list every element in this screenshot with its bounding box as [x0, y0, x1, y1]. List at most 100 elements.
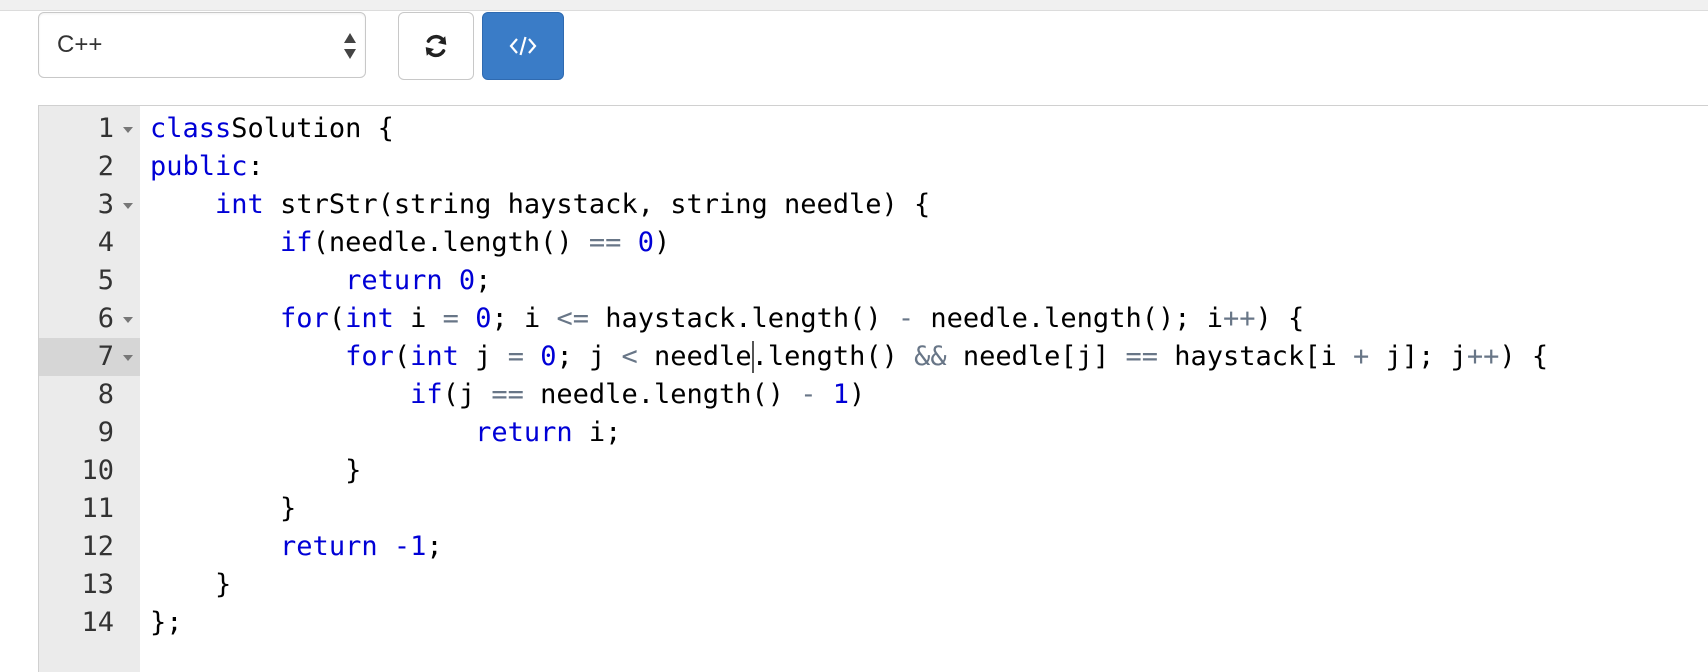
code-text: } — [150, 566, 231, 604]
code-token: haystack[i — [1157, 341, 1354, 372]
fold-arrow-icon[interactable] — [123, 317, 133, 323]
code-token: haystack.length() — [589, 303, 898, 334]
code-text: return -1; — [150, 528, 443, 566]
code-token: == — [1125, 341, 1158, 372]
code-text: classSolution { — [150, 110, 394, 148]
code-token: + — [1353, 341, 1370, 372]
code-token: if — [280, 227, 313, 258]
fold-arrow-icon[interactable] — [123, 127, 133, 133]
code-view-button[interactable] — [482, 12, 564, 80]
code-token: int — [410, 341, 459, 372]
gutter-cell: 2 — [39, 148, 140, 186]
code-token: i — [393, 303, 443, 334]
code-token: 0 — [540, 341, 557, 372]
gutter-cell: 9 — [39, 414, 140, 452]
code-line[interactable]: 12 return -1; — [39, 528, 1708, 566]
code-token: (needle.length() — [312, 227, 589, 258]
code-token: ( — [393, 341, 411, 372]
code-token: == — [588, 227, 622, 258]
code-token: 0 — [475, 303, 492, 334]
code-text: public: — [150, 148, 264, 186]
code-token: Solution { — [231, 113, 394, 144]
code-token: int — [215, 189, 264, 220]
language-select[interactable]: C++ — [38, 12, 366, 78]
code-line[interactable]: 4 if(needle.length() == 0) — [39, 224, 1708, 262]
line-number: 14 — [81, 607, 114, 638]
code-token: == — [491, 379, 524, 410]
fold-arrow-icon[interactable] — [123, 355, 133, 361]
code-token: -1 — [393, 531, 427, 562]
line-number: 1 — [97, 113, 114, 144]
line-number: 5 — [97, 265, 114, 296]
code-line[interactable]: 13 } — [39, 566, 1708, 604]
line-number: 9 — [97, 417, 114, 448]
code-token: 0 — [637, 227, 654, 258]
code-line[interactable]: 14}; — [39, 604, 1708, 642]
code-text: }; — [150, 604, 183, 642]
code-text: int strStr(string haystack, string needl… — [150, 186, 930, 224]
code-text: } — [150, 452, 361, 490]
code-token: return — [475, 417, 573, 448]
select-arrows-icon — [344, 33, 356, 59]
code-line[interactable]: 11 } — [39, 490, 1708, 528]
language-select-value: C++ — [57, 31, 103, 58]
gutter-cell: 10 — [39, 452, 140, 490]
code-token: i; — [572, 417, 622, 448]
code-brackets-icon — [509, 36, 537, 56]
line-number: 2 — [97, 151, 114, 182]
code-line[interactable]: 9 return i; — [39, 414, 1708, 452]
code-text: return i; — [150, 414, 621, 452]
code-token: ; — [426, 531, 443, 562]
code-token: = — [507, 341, 524, 372]
gutter-cell: 14 — [39, 604, 140, 642]
reset-code-button[interactable] — [398, 12, 474, 80]
code-line[interactable]: 5 return 0; — [39, 262, 1708, 300]
gutter-cell: 4 — [39, 224, 140, 262]
line-number: 10 — [81, 455, 114, 486]
code-token: && — [914, 341, 947, 372]
code-token: < — [621, 341, 638, 372]
code-token: needle[j] — [946, 341, 1126, 372]
fold-arrow-icon[interactable] — [123, 203, 133, 209]
code-line[interactable]: 3 int strStr(string haystack, string nee… — [39, 186, 1708, 224]
line-number: 11 — [81, 493, 114, 524]
code-token: int — [345, 303, 394, 334]
code-token: return — [280, 531, 378, 562]
line-number: 4 — [97, 227, 114, 258]
code-line[interactable]: 7 for(int j = 0; j < needle.length() && … — [39, 338, 1708, 376]
code-token: if — [410, 379, 443, 410]
code-token: ) — [849, 379, 866, 410]
text-cursor — [751, 341, 754, 373]
code-token: for — [345, 341, 394, 372]
code-token: ; — [475, 265, 492, 296]
code-token: ) — [653, 227, 671, 258]
code-line[interactable]: 8 if(j == needle.length() - 1) — [39, 376, 1708, 414]
code-line[interactable]: 10 } — [39, 452, 1708, 490]
code-token: ; j — [556, 341, 622, 372]
gutter-cell: 6 — [39, 300, 140, 338]
refresh-icon — [425, 34, 447, 58]
code-line[interactable]: 6 for(int i = 0; i <= haystack.length() … — [39, 300, 1708, 338]
gutter-cell: 8 — [39, 376, 140, 414]
code-text: for(int i = 0; i <= haystack.length() - … — [150, 300, 1304, 338]
code-token: ++ — [1466, 341, 1500, 372]
code-token: ) { — [1499, 341, 1549, 372]
code-token: } — [150, 493, 297, 524]
code-line[interactable]: 2 public: — [39, 148, 1708, 186]
code-token: 1 — [832, 379, 850, 410]
code-line[interactable]: 1 classSolution { — [39, 110, 1708, 148]
code-token: needle.length(); i — [914, 303, 1223, 334]
code-editor[interactable]: 1 classSolution { 2 public: 3 int strStr(str… — [38, 105, 1708, 672]
code-token: needle.length() — [637, 341, 915, 372]
code-token: ++ — [1222, 303, 1256, 334]
code-token: = — [442, 303, 459, 334]
